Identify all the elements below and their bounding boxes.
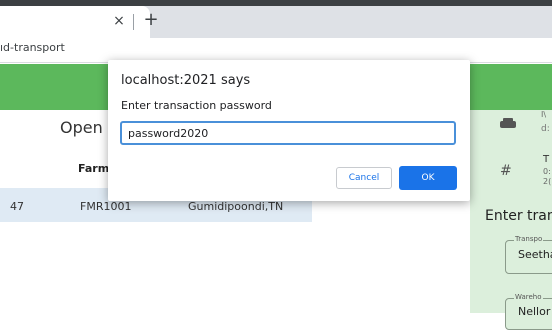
- cell-id: 47: [10, 200, 24, 213]
- tab-separator: [133, 14, 134, 30]
- dialog-message: Enter transaction password: [121, 99, 272, 112]
- warehouse-field-value[interactable]: Nellor: [518, 305, 550, 318]
- cell-location: Gumidipoondi,TN: [188, 200, 284, 213]
- transporter-field-label: Transpo: [514, 235, 544, 243]
- new-tab-icon[interactable]: +: [142, 9, 160, 31]
- address-url[interactable]: ıd-transport: [0, 41, 65, 54]
- detail-line-2: 0:: [543, 167, 551, 176]
- detail-value-1: d:: [541, 124, 550, 134]
- hash-icon: #: [500, 163, 512, 179]
- detail-line-1: T: [543, 154, 550, 165]
- enter-transport-heading: Enter tran: [485, 208, 552, 224]
- vehicle-icon: [500, 113, 516, 128]
- cell-farmer-id: FMR1001: [80, 200, 132, 213]
- transporter-field-value[interactable]: Seetha: [518, 248, 552, 261]
- cancel-button[interactable]: Cancel: [336, 167, 392, 189]
- detail-line-3: 2(: [543, 177, 552, 186]
- browser-tab[interactable]: [0, 6, 150, 38]
- detail-key-1: I\: [541, 110, 547, 119]
- ok-button[interactable]: OK: [399, 166, 457, 190]
- dialog-title: localhost:2021 says: [121, 73, 251, 88]
- tab-close-icon[interactable]: ×: [112, 12, 126, 30]
- password-input[interactable]: [120, 121, 456, 145]
- warehouse-field-label: Wareho: [514, 293, 543, 301]
